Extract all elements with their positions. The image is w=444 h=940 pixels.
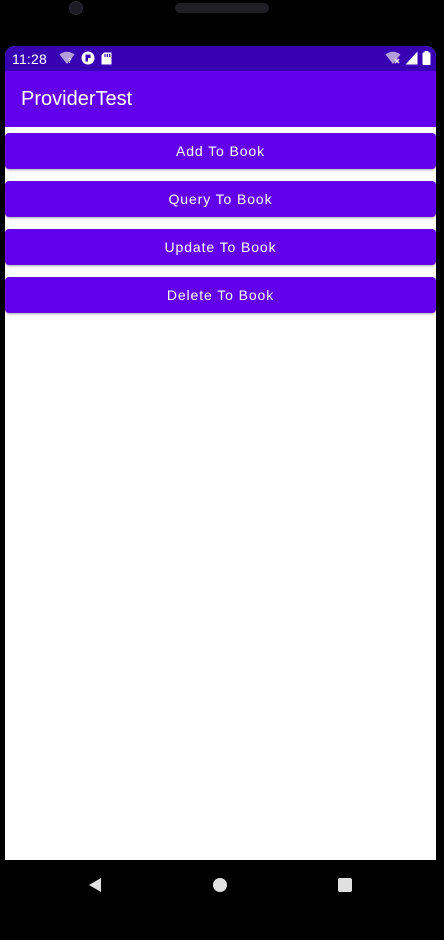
device-frame: 11:28 ? ProviderTest Add To Book Query T… <box>0 0 444 940</box>
status-time: 11:28 <box>12 51 47 67</box>
home-icon[interactable] <box>212 877 228 893</box>
status-bar: 11:28 ? <box>5 46 436 71</box>
navigation-bar <box>0 860 444 910</box>
status-left-icons: ? <box>59 51 112 65</box>
app-notification-icon <box>81 51 95 65</box>
battery-icon <box>422 51 431 65</box>
update-to-book-button[interactable]: Update To Book <box>5 229 436 265</box>
delete-to-book-button[interactable]: Delete To Book <box>5 277 436 313</box>
earpiece-speaker <box>175 3 269 13</box>
svg-text:?: ? <box>68 57 72 65</box>
cellular-signal-icon <box>405 51 418 65</box>
add-to-book-button[interactable]: Add To Book <box>5 133 436 169</box>
wifi-off-icon <box>385 51 401 65</box>
button-list: Add To Book Query To Book Update To Book… <box>5 133 436 325</box>
back-icon[interactable] <box>87 877 103 893</box>
app-title: ProviderTest <box>21 88 133 110</box>
wifi-unknown-icon: ? <box>59 51 75 65</box>
status-right-icons <box>385 51 431 65</box>
sd-card-icon <box>101 52 112 65</box>
recents-icon[interactable] <box>337 877 353 893</box>
query-to-book-button[interactable]: Query To Book <box>5 181 436 217</box>
screen: 11:28 ? ProviderTest Add To Book Query T… <box>5 46 436 896</box>
front-camera <box>69 1 83 15</box>
app-bar: ProviderTest <box>5 71 436 127</box>
